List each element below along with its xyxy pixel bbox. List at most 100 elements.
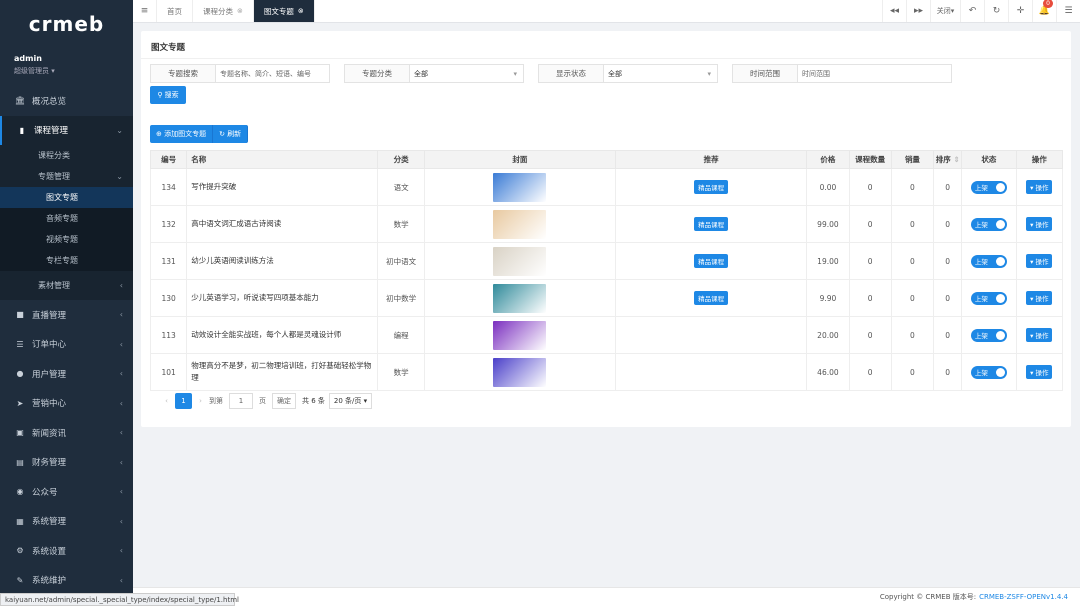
sidebar-item-finance[interactable]: ▤财务管理‹	[0, 448, 133, 478]
close-icon[interactable]: ⊗	[237, 7, 243, 15]
sidebar-item-users[interactable]: ●用户管理‹	[0, 359, 133, 389]
page-title: 图文专题	[141, 31, 1071, 59]
table-row: 101物理高分不是梦，初二物理培训班，打好基础轻松学物理数学46.00000上架…	[151, 354, 1063, 391]
cell-sort[interactable]: 0	[934, 169, 962, 206]
toggle-knob	[996, 331, 1005, 340]
cell-status: 上架	[962, 317, 1016, 354]
cell-sort[interactable]: 0	[934, 354, 962, 391]
operate-button[interactable]: ▾ 操作	[1026, 328, 1052, 342]
add-special-button[interactable]: ⊕ 添加图文专题	[150, 125, 213, 143]
chevron-left-icon: ‹	[120, 458, 123, 467]
cell-cover	[424, 280, 615, 317]
cell-sort[interactable]: 0	[934, 317, 962, 354]
search-button[interactable]: ⚲ 搜索	[150, 86, 186, 104]
rewind-icon[interactable]: ◂◂	[882, 0, 906, 22]
sidebar-item-course-category[interactable]: 课程分类	[0, 145, 133, 166]
cell-status: 上架	[962, 354, 1016, 391]
tab-special-text[interactable]: 图文专题⊗	[254, 0, 315, 22]
user-name: admin	[14, 54, 119, 63]
undo-icon[interactable]: ↶	[960, 0, 984, 22]
status-toggle[interactable]: 上架	[971, 292, 1007, 305]
sidebar-item-material[interactable]: 素材管理‹	[0, 271, 133, 300]
sidebar-item-special-column[interactable]: 专栏专题	[0, 250, 133, 271]
status-toggle[interactable]: 上架	[971, 218, 1007, 231]
operate-button[interactable]: ▾ 操作	[1026, 217, 1052, 231]
menu-toggle-icon[interactable]: ≡	[133, 0, 157, 22]
status-toggle[interactable]: 上架	[971, 255, 1007, 268]
sidebar-item-order[interactable]: ☰订单中心‹	[0, 330, 133, 360]
next-page-icon[interactable]: ›	[192, 393, 209, 409]
prev-page-icon[interactable]: ‹	[158, 393, 175, 409]
sidebar-item-settings[interactable]: ⚙系统设置‹	[0, 536, 133, 566]
cell-count: 0	[849, 169, 891, 206]
tab-home[interactable]: 首页	[157, 0, 193, 22]
content-panel: 图文专题 专题搜索 专题名称、简介、短语、编号 专题分类 全部▾ 显示状态 全部…	[141, 31, 1071, 427]
close-icon[interactable]: ⊗	[298, 7, 304, 15]
cover-image[interactable]	[493, 284, 546, 313]
sidebar-item-special-audio[interactable]: 音频专题	[0, 208, 133, 229]
cell-name: 幼少儿英语阅读训练方法	[187, 243, 378, 280]
chevron-left-icon: ‹	[120, 399, 123, 408]
status-toggle[interactable]: 上架	[971, 181, 1007, 194]
chevron-left-icon: ‹	[120, 369, 123, 378]
status-toggle[interactable]: 上架	[971, 329, 1007, 342]
sidebar-item-system[interactable]: ▦系统管理‹	[0, 507, 133, 537]
bell-icon[interactable]: 🔔0	[1032, 0, 1056, 22]
sidebar-item-course[interactable]: ▮课程管理⌄	[0, 116, 133, 146]
user-panel[interactable]: admin 超级管理员 ▾	[0, 48, 133, 82]
user-role[interactable]: 超级管理员 ▾	[14, 66, 119, 76]
cell-name: 少儿英语学习，听说读写四项基本能力	[187, 280, 378, 317]
sidebar-item-special-text[interactable]: 图文专题	[0, 187, 133, 208]
page-current[interactable]: 1	[175, 393, 192, 409]
sidebar-item-news[interactable]: ▣新闻资讯‹	[0, 418, 133, 448]
toggle-knob	[996, 257, 1005, 266]
wrench-icon: ✎	[14, 576, 26, 585]
cell-sales: 0	[891, 243, 933, 280]
cover-image[interactable]	[493, 210, 546, 239]
more-menu-icon[interactable]: ☰	[1056, 0, 1080, 22]
sidebar-item-overview[interactable]: 🏛概况总览	[0, 86, 133, 116]
version-link[interactable]: CRMEB-ZSFF-OPENv1.4.4	[979, 593, 1068, 601]
bank-icon: 🏛	[14, 96, 26, 105]
col-id: 编号	[151, 151, 187, 169]
operate-button[interactable]: ▾ 操作	[1026, 291, 1052, 305]
cell-sort[interactable]: 0	[934, 206, 962, 243]
sidebar-item-special[interactable]: 专题管理⌄	[0, 166, 133, 187]
tab-course-category[interactable]: 课程分类⊗	[193, 0, 254, 22]
cell-recommend	[616, 317, 807, 354]
cover-image[interactable]	[493, 321, 546, 350]
sidebar-item-maintain[interactable]: ✎系统维护‹	[0, 566, 133, 596]
operate-button[interactable]: ▾ 操作	[1026, 180, 1052, 194]
recommend-tag: 精品课程	[694, 180, 728, 194]
page-input[interactable]: 1	[229, 393, 253, 409]
cell-op: ▾ 操作	[1016, 317, 1062, 354]
cell-op: ▾ 操作	[1016, 169, 1062, 206]
page-size-select[interactable]: 20 条/页 ▾	[329, 393, 372, 409]
cover-image[interactable]	[493, 358, 546, 387]
sidebar-item-wechat[interactable]: ◉公众号‹	[0, 477, 133, 507]
sidebar-item-marketing[interactable]: ➤营销中心‹	[0, 389, 133, 419]
cover-image[interactable]	[493, 173, 546, 202]
sidebar-item-special-video[interactable]: 视频专题	[0, 229, 133, 250]
close-dropdown[interactable]: 关闭▾	[930, 0, 960, 22]
status-toggle[interactable]: 上架	[971, 366, 1007, 379]
category-select[interactable]: 全部▾	[410, 64, 524, 83]
cell-sort[interactable]: 0	[934, 280, 962, 317]
refresh-icon[interactable]: ↻	[984, 0, 1008, 22]
cover-image[interactable]	[493, 247, 546, 276]
refresh-button[interactable]: ↻ 刷新	[213, 125, 248, 143]
search-input[interactable]: 专题名称、简介、短语、编号	[216, 64, 330, 83]
time-range-input[interactable]: 时间范围	[798, 64, 952, 83]
sidebar-item-live[interactable]: ■直播管理‹	[0, 300, 133, 330]
cell-sort[interactable]: 0	[934, 243, 962, 280]
status-select[interactable]: 全部▾	[604, 64, 718, 83]
forward-icon[interactable]: ▸▸	[906, 0, 930, 22]
action-bar: ⊕ 添加图文专题 ↻ 刷新	[150, 125, 248, 143]
operate-button[interactable]: ▾ 操作	[1026, 254, 1052, 268]
sort-icon[interactable]: ⇕	[953, 155, 959, 164]
fullscreen-icon[interactable]: ✛	[1008, 0, 1032, 22]
operate-button[interactable]: ▾ 操作	[1026, 365, 1052, 379]
pagination: ‹ 1 › 到第 1 页 确定 共 6 条 20 条/页 ▾	[158, 393, 372, 409]
col-sort[interactable]: 排序 ⇕	[934, 151, 962, 169]
goto-button[interactable]: 确定	[272, 393, 296, 409]
